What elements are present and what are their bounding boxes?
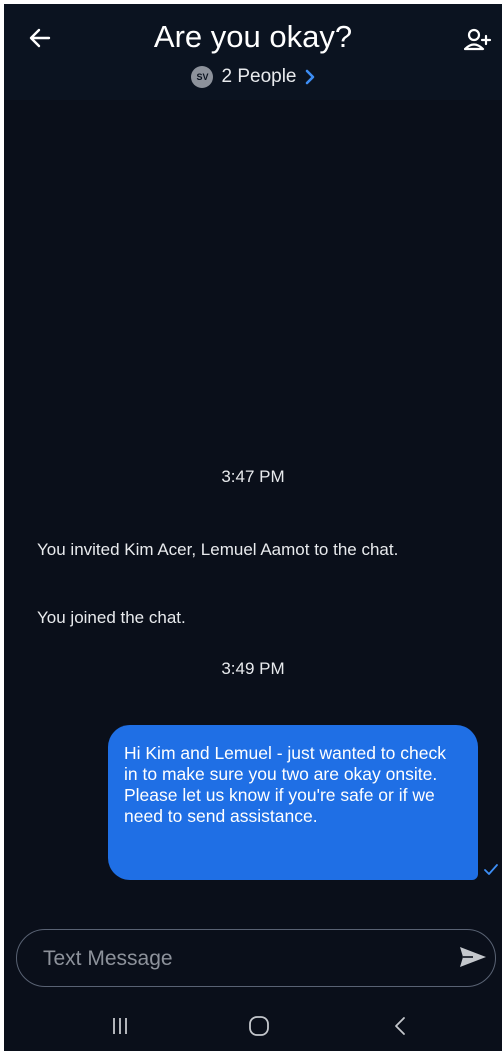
check-icon: [484, 864, 498, 875]
nav-back-button[interactable]: [388, 1013, 412, 1039]
message-composer: [16, 929, 496, 987]
participants-count: 2 People: [221, 66, 297, 87]
home-icon: [249, 1016, 269, 1036]
add-participant-button[interactable]: [460, 22, 496, 58]
message-input[interactable]: [41, 930, 425, 987]
chevron-right-icon: [305, 69, 315, 85]
recents-button[interactable]: [108, 1013, 132, 1039]
system-message: You invited Kim Acer, Lemuel Aamot to th…: [37, 540, 399, 559]
chat-screen: Are you okay? SV 2 People 3:47 PM You in…: [4, 4, 502, 1051]
chat-title: Are you okay?: [153, 19, 353, 54]
back-chevron-icon: [395, 1017, 405, 1035]
outgoing-message-bubble[interactable]: Hi Kim and Lemuel - just wanted to check…: [108, 725, 478, 880]
timestamp: 3:49 PM: [221, 659, 285, 678]
home-button[interactable]: [246, 1013, 272, 1039]
participants-link[interactable]: SV 2 People: [4, 66, 502, 88]
recents-icon: [113, 1018, 127, 1034]
system-nav-bar: [4, 999, 502, 1051]
chat-header: Are you okay? SV 2 People: [4, 4, 502, 100]
add-person-icon: [464, 28, 492, 51]
avatar: SV: [191, 66, 214, 88]
system-message: You joined the chat.: [37, 608, 186, 627]
send-icon: [460, 947, 486, 967]
timestamp: 3:47 PM: [221, 467, 285, 486]
send-button[interactable]: [455, 942, 491, 972]
